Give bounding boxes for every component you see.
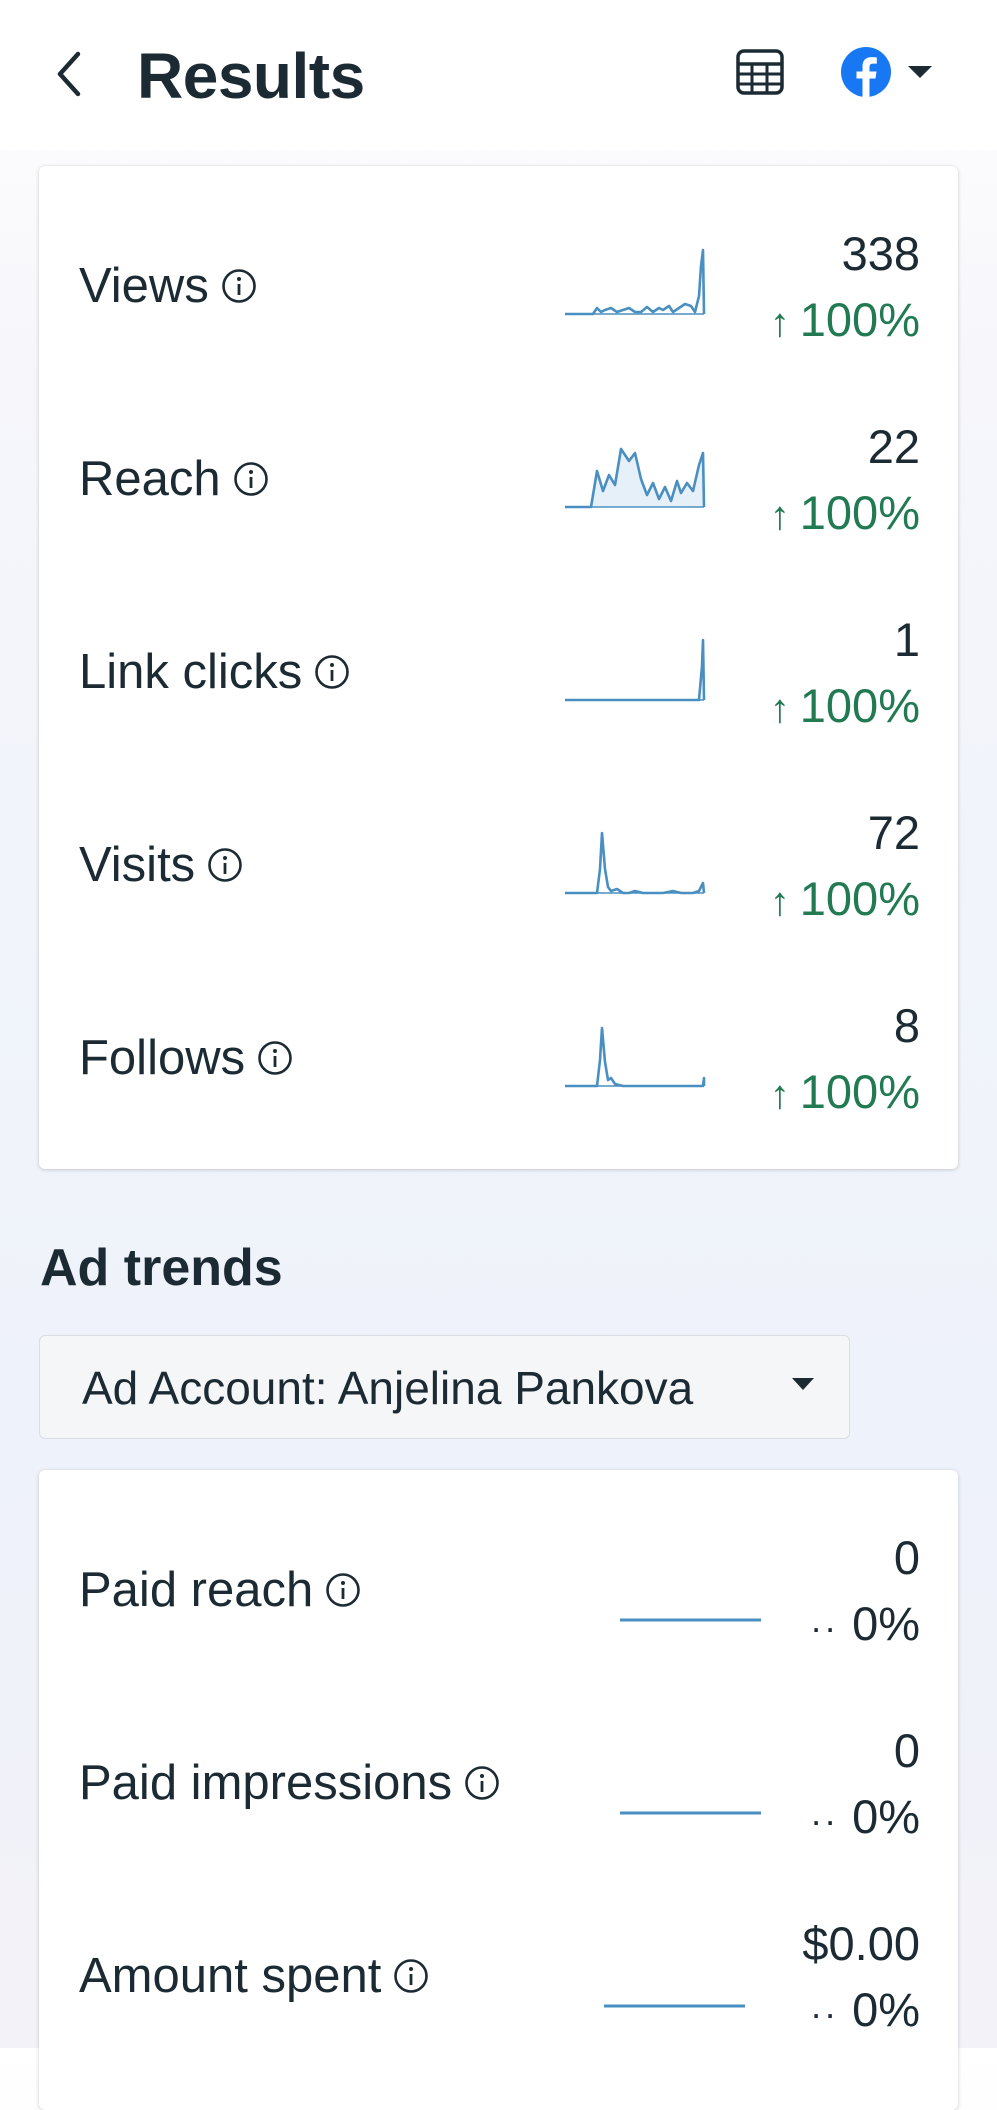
metric-label: Link clicks [79, 642, 350, 702]
metric-row-paid-reach[interactable]: Paid reach 0 ·· 0% [39, 1470, 958, 1663]
metric-change-value: 100% [799, 679, 920, 732]
metric-row-visits[interactable]: Visits 72 ↑ 100% [39, 745, 958, 938]
metric-change: ·· 0% [810, 1789, 920, 1849]
arrow-up-icon: ↑ [769, 687, 790, 731]
metric-name: Link clicks [79, 645, 303, 699]
info-icon[interactable] [233, 461, 269, 497]
arrow-up-icon: ↑ [769, 301, 790, 345]
metric-change: ·· 0% [810, 1982, 920, 2042]
reach-sparkline [565, 447, 706, 509]
metric-row-paid-impressions[interactable]: Paid impressions 0 ·· 0% [39, 1663, 958, 1856]
metric-name: Views [79, 259, 209, 313]
metric-change: ↑ 100% [770, 871, 920, 930]
section-title-ad-trends: Ad trends [40, 1239, 283, 1297]
metric-row-views[interactable]: Views 338 ↑ 100% [39, 166, 958, 359]
metric-change: ↑ 100% [770, 292, 920, 351]
metric-value: 72 [867, 806, 920, 859]
arrow-up-icon: ↑ [769, 1073, 790, 1117]
metric-label: Paid impressions [79, 1753, 500, 1813]
platform-selector[interactable] [838, 44, 938, 100]
metric-row-link-clicks[interactable]: Link clicks 1 ↑ 100% [39, 552, 958, 745]
results-card: Views 338 ↑ 100% Reach 22 ↑ 100% Link cli [39, 166, 958, 1169]
table-icon[interactable] [732, 44, 788, 100]
arrow-up-icon: ↑ [769, 494, 790, 538]
metric-change-value: 0% [852, 1983, 920, 2036]
ad-account-label: Ad Account: Anjelina Pankova [82, 1362, 694, 1414]
info-icon[interactable] [257, 1040, 293, 1076]
chevron-left-icon[interactable] [48, 46, 98, 102]
caret-down-icon [792, 1378, 814, 1390]
metric-label: Reach [79, 449, 269, 509]
metric-row-amount-spent[interactable]: Amount spent $0.00 ·· 0% [39, 1856, 958, 2049]
info-icon[interactable] [464, 1765, 500, 1801]
top-bar: Results [0, 0, 997, 150]
metric-change-value: 0% [852, 1790, 920, 1843]
ad-trends-card: Paid reach 0 ·· 0% Paid impressions 0 ·· 0… [39, 1470, 958, 2110]
metric-label: Visits [79, 835, 243, 895]
metric-value: $0.00 [802, 1917, 920, 1970]
info-icon[interactable] [325, 1572, 361, 1608]
amount-spent-sparkline [604, 2004, 745, 2008]
metric-value: 8 [893, 999, 920, 1052]
metric-name: Reach [79, 452, 221, 506]
metric-change-value: 0% [852, 1597, 920, 1650]
visits-sparkline [565, 831, 706, 895]
metric-label: Views [79, 256, 257, 316]
metric-change-value: 100% [799, 486, 920, 539]
info-icon[interactable] [207, 847, 243, 883]
metric-value: 0 [893, 1724, 920, 1777]
metric-value: 1 [893, 613, 920, 666]
metric-name: Paid impressions [79, 1756, 453, 1810]
metric-change-value: 100% [799, 872, 920, 925]
metric-value: 22 [867, 420, 920, 473]
neutral-dots-icon: ·· [810, 1993, 839, 2034]
metric-value: 338 [841, 227, 920, 280]
caret-down-icon [908, 66, 932, 78]
neutral-dots-icon: ·· [810, 1800, 839, 1841]
metric-label: Follows [79, 1028, 293, 1088]
metric-row-follows[interactable]: Follows 8 ↑ 100% [39, 938, 958, 1131]
metric-name: Paid reach [79, 1563, 314, 1617]
metric-change-value: 100% [799, 1065, 920, 1118]
page-title: Results [137, 40, 365, 112]
paid-impressions-sparkline [620, 1811, 761, 1815]
metric-label: Amount spent [79, 1946, 429, 2006]
ad-account-selector[interactable]: Ad Account: Anjelina Pankova [39, 1335, 850, 1439]
views-sparkline [565, 248, 706, 316]
metric-label: Paid reach [79, 1560, 361, 1620]
info-icon[interactable] [393, 1958, 429, 1994]
metric-change: ↑ 100% [770, 1064, 920, 1123]
link-clicks-sparkline [565, 638, 706, 702]
metric-change: ·· 0% [810, 1596, 920, 1656]
follows-sparkline [565, 1026, 706, 1088]
facebook-icon [841, 47, 891, 97]
metric-name: Follows [79, 1031, 246, 1085]
metric-name: Amount spent [79, 1949, 382, 2003]
neutral-dots-icon: ·· [810, 1607, 839, 1648]
info-icon[interactable] [314, 654, 350, 690]
metric-change-value: 100% [799, 293, 920, 346]
metric-row-reach[interactable]: Reach 22 ↑ 100% [39, 359, 958, 552]
metric-change: ↑ 100% [770, 678, 920, 737]
metric-name: Visits [79, 838, 196, 892]
info-icon[interactable] [221, 268, 257, 304]
paid-reach-sparkline [620, 1618, 761, 1622]
metric-value: 0 [893, 1531, 920, 1584]
metric-change: ↑ 100% [770, 485, 920, 544]
arrow-up-icon: ↑ [769, 880, 790, 924]
